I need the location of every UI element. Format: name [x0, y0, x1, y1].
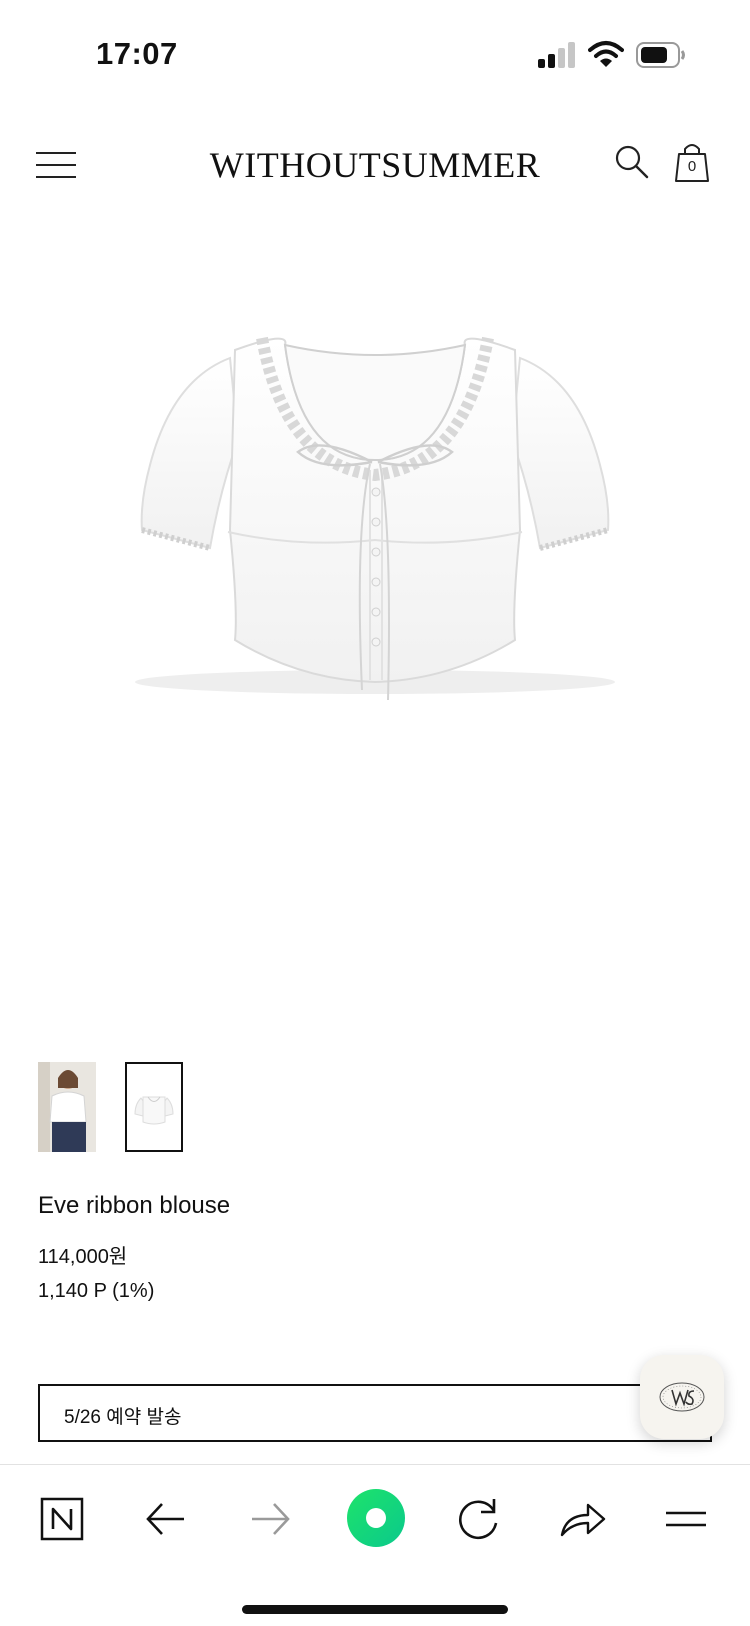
green-dot-icon [347, 1489, 405, 1547]
product-points: 1,140 P (1%) [38, 1280, 155, 1302]
option-label: 5/26 예약 발송 [64, 1407, 182, 1428]
home-indicator[interactable] [242, 1605, 508, 1614]
site-header: WITHOUTSUMMER 0 [0, 130, 750, 210]
model-wearing-blouse-thumbnail [38, 1062, 96, 1152]
green-dot-button[interactable] [343, 1485, 409, 1551]
reload-button[interactable] [448, 1489, 508, 1549]
ws-monogram-icon [659, 1382, 705, 1412]
product-price: 114,000원 [38, 1246, 128, 1268]
search-icon[interactable] [614, 144, 650, 180]
cart-button[interactable]: 0 [672, 140, 712, 184]
cellular-signal-icon [538, 42, 575, 68]
product-hero-image[interactable] [0, 230, 750, 990]
status-time: 17:07 [96, 36, 178, 71]
thumbnail-flat[interactable] [125, 1062, 183, 1152]
blouse-illustration [135, 336, 615, 701]
naver-home-icon [40, 1497, 84, 1541]
forward-button[interactable] [240, 1489, 300, 1549]
share-icon [560, 1503, 606, 1537]
battery-icon [636, 42, 685, 68]
share-button[interactable] [552, 1489, 612, 1549]
reload-icon [459, 1499, 498, 1540]
status-bar: 17:07 [0, 0, 750, 110]
ws-chat-badge[interactable] [640, 1355, 724, 1439]
shipping-option-select[interactable]: 5/26 예약 발송 [38, 1384, 712, 1442]
menu-icon [666, 1511, 706, 1527]
product-name: Eve ribbon blouse [38, 1192, 231, 1219]
blouse-flat-thumbnail [134, 1096, 174, 1125]
forward-arrow-icon [252, 1503, 290, 1535]
naver-home-button[interactable] [32, 1489, 92, 1549]
back-arrow-icon [146, 1503, 184, 1535]
browser-menu-button[interactable] [656, 1489, 716, 1549]
thumbnail-model[interactable] [38, 1062, 96, 1152]
cart-count: 0 [687, 158, 697, 175]
back-button[interactable] [136, 1489, 196, 1549]
browser-toolbar [0, 1464, 750, 1626]
wifi-icon [588, 41, 624, 67]
